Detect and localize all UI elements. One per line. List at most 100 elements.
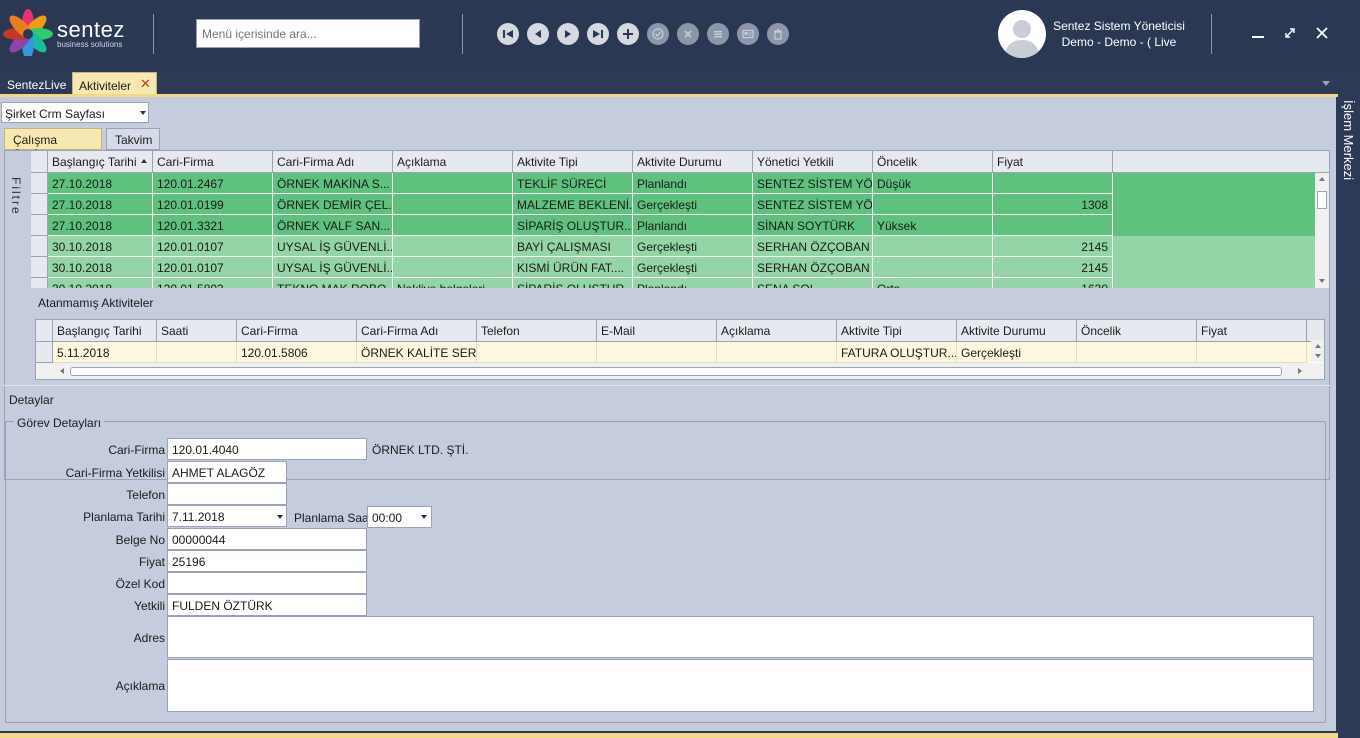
vertical-scrollbar[interactable] [1315, 173, 1329, 288]
tab-calisma-sayfam[interactable]: Çalışma Sayfam [4, 128, 102, 161]
table-cell[interactable]: 1630 [993, 278, 1113, 288]
table-cell[interactable] [393, 236, 513, 257]
planlama-saati-picker[interactable]: 00:00 [367, 506, 432, 528]
column-header[interactable]: Başlangıç Tarihi [48, 151, 153, 173]
table-row[interactable]: 30.10.2018 120.01.0107 UYSAL İŞ GÜVENLİ...… [31, 236, 1316, 257]
table-cell[interactable]: 2145 [993, 236, 1113, 257]
table-cell[interactable]: SENA SOL... [753, 278, 873, 288]
table-cell[interactable]: Planlandı [633, 278, 753, 288]
tab-takvim[interactable]: Takvim [106, 128, 160, 150]
row-indicator[interactable] [31, 173, 48, 194]
table-cell[interactable] [1077, 342, 1197, 363]
table-cell[interactable]: Düşük [873, 173, 993, 194]
table-row[interactable]: 5.11.2018 120.01.5806 ÖRNEK KALİTE SER... F… [36, 342, 1311, 363]
table-cell[interactable] [393, 194, 513, 215]
table-cell[interactable]: Planlandı [633, 215, 753, 236]
table-cell[interactable]: 27.10.2018 [48, 215, 153, 236]
table-cell[interactable]: 120.01.5803 [153, 278, 273, 288]
scroll-up-icon[interactable] [1319, 177, 1325, 181]
scroll-thumb[interactable] [1317, 191, 1327, 209]
table-row[interactable]: 30.10.2018120.01.5803TEKNO MAK ROBO...Na… [31, 278, 1316, 288]
row-indicator[interactable] [31, 257, 48, 278]
table-cell[interactable]: 120.01.0107 [153, 236, 273, 257]
column-header[interactable]: Açıklama [393, 151, 513, 173]
minimize-button[interactable] [1247, 22, 1269, 44]
table-row[interactable]: 30.10.2018 120.01.0107 UYSAL İŞ GÜVENLİ...… [31, 257, 1316, 278]
table-cell[interactable]: Gerçekleşti [633, 236, 753, 257]
aciklama-textarea[interactable] [167, 659, 1314, 712]
tab-menu-chevron-down-icon[interactable] [1322, 81, 1330, 86]
table-cell[interactable]: Gerçekleşti [633, 194, 753, 215]
row-indicator[interactable] [31, 236, 48, 257]
table-cell[interactable] [393, 173, 513, 194]
scroll-right-icon[interactable] [1298, 368, 1302, 374]
table-cell[interactable] [717, 342, 837, 363]
cari-firma-input[interactable]: 120.01.4040 [167, 438, 367, 460]
scroll-down-icon[interactable] [1319, 279, 1325, 283]
cari-firma-yetkilisi-input[interactable]: AHMET ALAGÖZ [167, 461, 287, 483]
table-cell[interactable]: KISMİ ÜRÜN FAT.... [513, 257, 633, 278]
table-cell[interactable]: FATURA OLUŞTUR... [837, 342, 957, 363]
column-header[interactable]: Fiyat [1197, 320, 1307, 342]
table-cell[interactable]: SERHAN ÖZÇOBAN [753, 257, 873, 278]
table-cell[interactable] [477, 342, 597, 363]
scroll-left-icon[interactable] [60, 368, 64, 374]
table-cell[interactable]: UYSAL İŞ GÜVENLİ... [273, 257, 393, 278]
telefon-input[interactable] [167, 483, 287, 505]
user-avatar[interactable] [998, 10, 1046, 58]
row-indicator[interactable] [31, 278, 48, 288]
filter-side-label[interactable]: Filtre [9, 177, 23, 216]
column-header[interactable]: Cari-Firma [237, 320, 357, 342]
belge-no-input[interactable]: 00000044 [167, 528, 367, 550]
table-cell[interactable]: ÖRNEK DEMİR ÇEL... [273, 194, 393, 215]
column-header[interactable]: Başlangıç Tarihi [53, 320, 157, 342]
table-cell[interactable] [873, 194, 993, 215]
table-cell[interactable]: Planlandı [633, 173, 753, 194]
add-record-button[interactable] [617, 23, 639, 45]
tab-sentezlive[interactable]: SentezLive [1, 72, 72, 96]
fiyat-input[interactable]: 25196 [167, 550, 367, 572]
table-cell[interactable]: TEKLİF SÜRECİ [513, 173, 633, 194]
close-window-button[interactable] [1311, 22, 1333, 44]
page-select[interactable]: Şirket Crm Sayfası [1, 102, 149, 123]
table-cell[interactable]: 30.10.2018 [48, 278, 153, 288]
table-cell[interactable]: 30.10.2018 [48, 236, 153, 257]
table-cell[interactable]: SİPARİŞ OLUŞTUR... [513, 278, 633, 288]
yetkili-input[interactable]: FULDEN ÖZTÜRK [167, 594, 367, 616]
column-header[interactable]: Öncelik [873, 151, 993, 173]
table-cell[interactable]: SİPARİŞ OLUŞTUR... [513, 215, 633, 236]
scroll-down-icon[interactable] [1315, 354, 1321, 358]
table-cell[interactable]: SENTEZ SİSTEM YÖ... [753, 194, 873, 215]
table-cell[interactable]: 120.01.2467 [153, 173, 273, 194]
card-button[interactable] [737, 23, 759, 45]
table-cell[interactable]: 120.01.0199 [153, 194, 273, 215]
table-cell[interactable] [393, 257, 513, 278]
table-cell[interactable]: ÖRNEK VALF SAN... [273, 215, 393, 236]
first-record-button[interactable] [497, 23, 519, 45]
prev-record-button[interactable] [527, 23, 549, 45]
column-header[interactable]: Aktivite Durumu [633, 151, 753, 173]
column-header[interactable]: Aktivite Tipi [837, 320, 957, 342]
column-header[interactable]: E-Mail [597, 320, 717, 342]
last-record-button[interactable] [587, 23, 609, 45]
chevron-down-icon[interactable] [421, 515, 427, 519]
column-header[interactable]: Fiyat [993, 151, 1113, 173]
table-cell[interactable]: SENTEZ SİSTEM YÖ... [753, 173, 873, 194]
row-indicator[interactable] [36, 342, 53, 363]
scroll-thumb[interactable] [70, 367, 1282, 376]
column-header[interactable]: Aktivite Tipi [513, 151, 633, 173]
table-cell[interactable]: MALZEME BEKLENİ... [513, 194, 633, 215]
table-cell[interactable]: Nakliye belgeleri [393, 278, 513, 288]
column-header[interactable]: Aktivite Durumu [957, 320, 1077, 342]
table-cell[interactable]: 30.10.2018 [48, 257, 153, 278]
row-indicator[interactable] [31, 215, 48, 236]
table-cell[interactable]: Yüksek [873, 215, 993, 236]
table-row[interactable]: 27.10.2018 120.01.3321 ÖRNEK VALF SAN... Sİ… [31, 215, 1316, 236]
table-cell[interactable] [157, 342, 237, 363]
table-cell[interactable]: SERHAN ÖZÇOBAN [753, 236, 873, 257]
right-side-panel[interactable] [1338, 96, 1360, 738]
table-cell[interactable] [873, 257, 993, 278]
table-cell[interactable] [993, 173, 1113, 194]
table-cell[interactable] [597, 342, 717, 363]
delete-button[interactable] [767, 23, 789, 45]
